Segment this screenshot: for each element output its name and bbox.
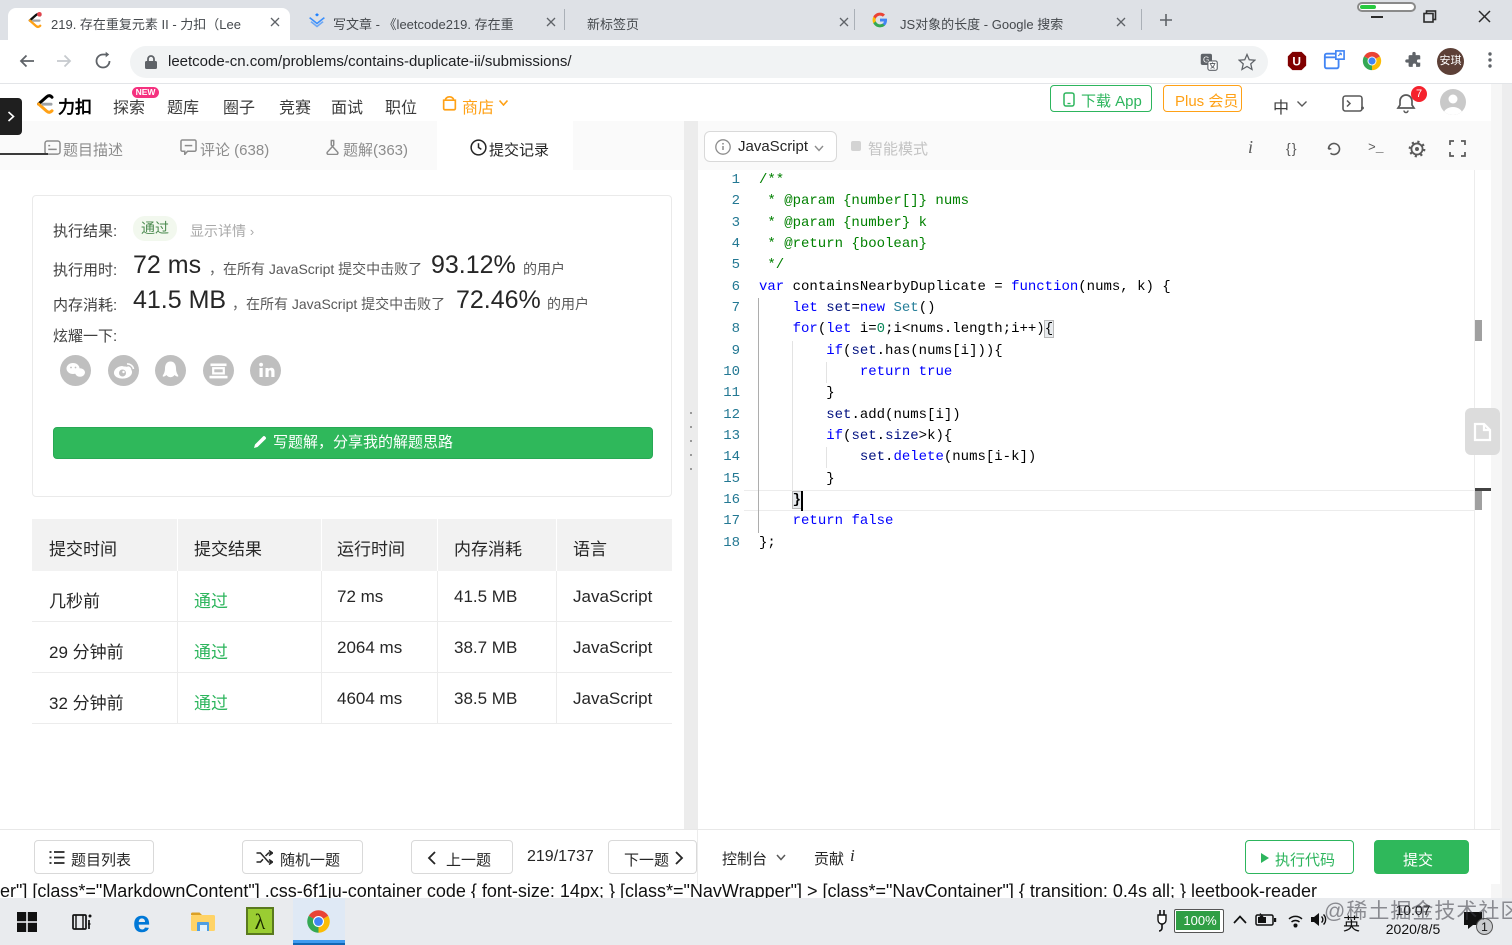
svg-text:U: U (1292, 55, 1301, 69)
